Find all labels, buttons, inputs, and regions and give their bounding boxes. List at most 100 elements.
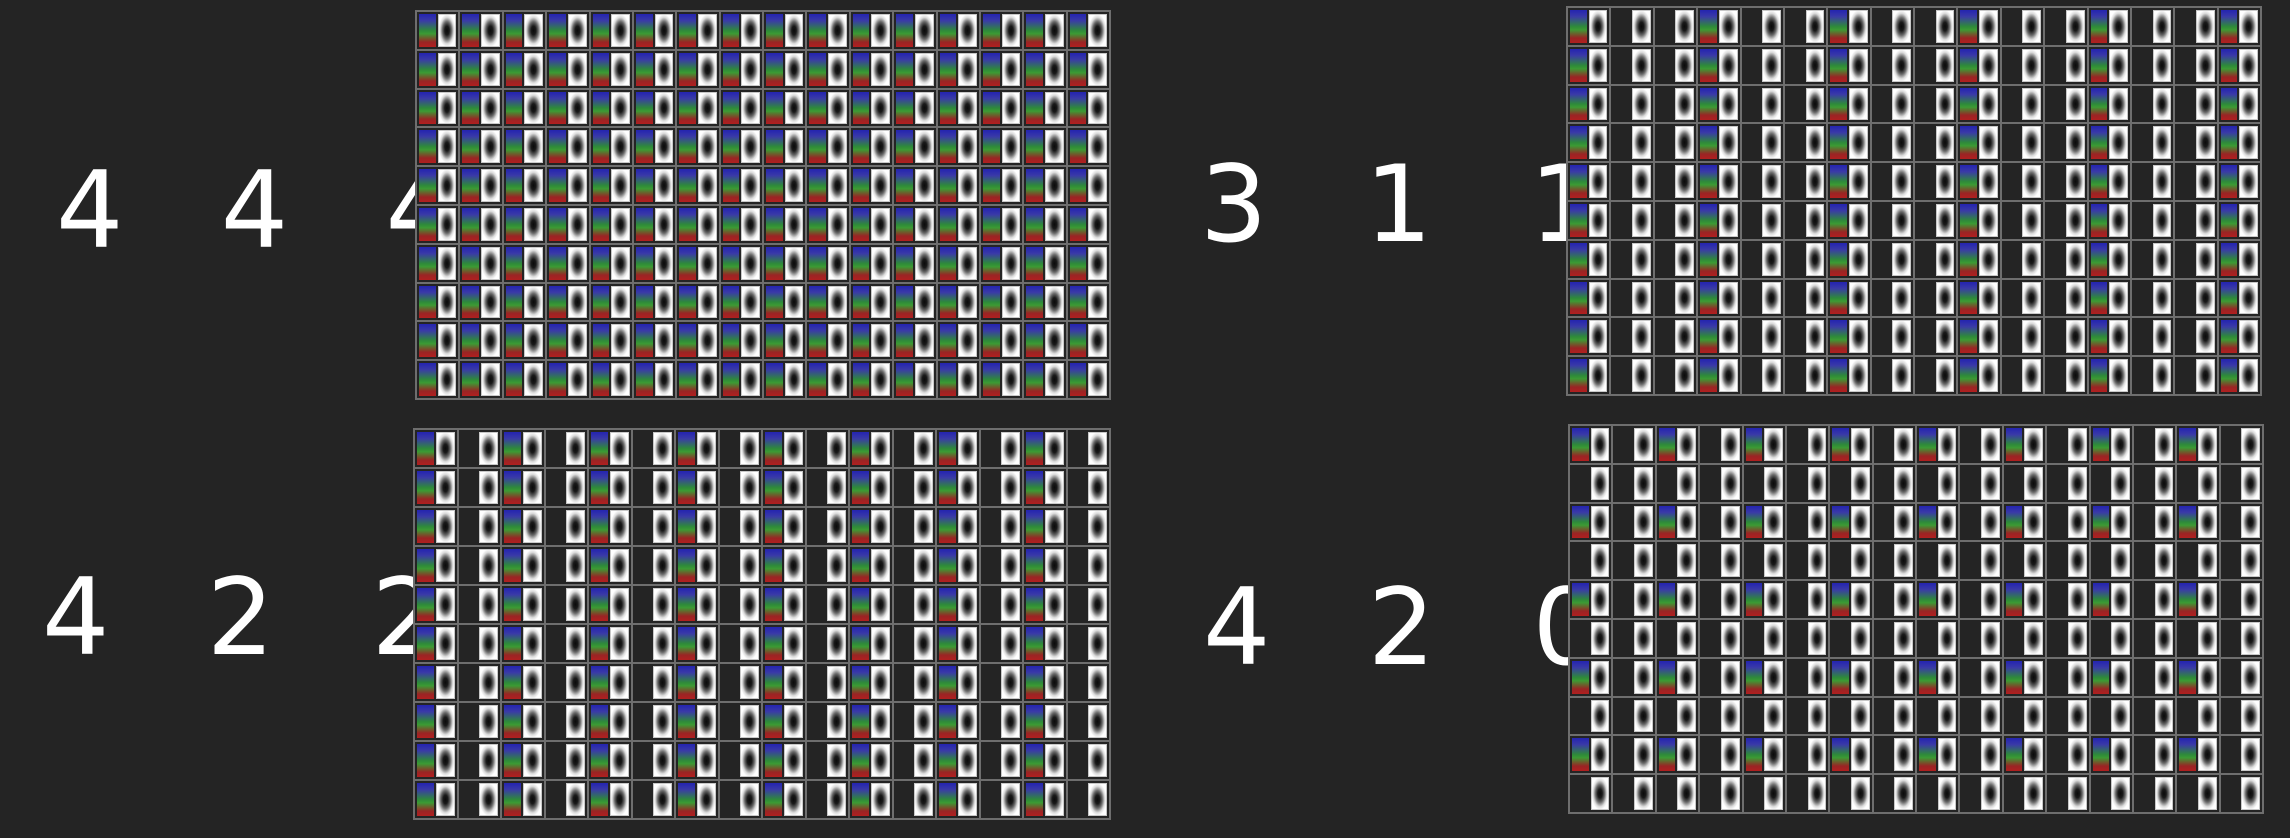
chroma-sample <box>419 52 436 86</box>
chroma-sample <box>1570 203 1587 237</box>
pixel-block <box>2174 162 2218 201</box>
luma-sample <box>1088 666 1107 699</box>
luma-sample <box>435 627 455 660</box>
empty-sample <box>1789 506 1806 539</box>
luma-sample <box>697 91 717 125</box>
panel-422 <box>413 428 1111 820</box>
luma-sample <box>1001 324 1021 358</box>
empty-sample <box>2136 467 2153 500</box>
empty-sample <box>809 549 826 582</box>
luma-sample <box>567 324 587 358</box>
pixel-block <box>1569 541 1613 581</box>
pixel-block <box>806 243 850 283</box>
chroma-sample <box>2005 428 2023 461</box>
pixel-block <box>1699 580 1743 619</box>
luma-sample <box>957 783 977 816</box>
chroma-sample <box>505 246 523 280</box>
pixel-block <box>1697 200 1741 240</box>
chroma-sample <box>852 549 869 582</box>
luma-sample <box>1935 359 1955 392</box>
luma-sample <box>958 246 977 280</box>
luma-sample <box>1088 285 1107 319</box>
pixel-block <box>892 546 936 585</box>
chroma-sample <box>896 285 913 319</box>
empty-sample <box>1070 432 1087 465</box>
luma-sample <box>827 549 846 582</box>
chroma-sample <box>722 363 740 396</box>
luma-sample <box>958 324 977 358</box>
empty-sample <box>635 705 652 738</box>
pixel-block <box>718 507 762 546</box>
luma-sample <box>741 169 760 202</box>
empty-sample <box>809 744 826 777</box>
chroma-sample <box>1745 660 1763 694</box>
luma-sample <box>827 510 846 543</box>
luma-sample <box>958 91 977 125</box>
empty-sample <box>722 432 739 465</box>
luma-sample <box>740 744 759 777</box>
luma-sample <box>1935 320 1955 354</box>
empty-sample <box>1615 583 1632 616</box>
luma-sample <box>435 588 455 621</box>
luma-sample <box>567 91 587 125</box>
pixel-block <box>1699 735 1743 775</box>
luma-sample <box>1044 666 1064 699</box>
chroma-sample <box>766 169 783 202</box>
luma-sample <box>481 52 500 86</box>
empty-sample <box>1919 544 1936 577</box>
pixel-block <box>502 88 547 128</box>
luma-sample <box>2195 281 2215 315</box>
luma-sample <box>958 285 977 319</box>
pixel-block <box>2089 774 2133 813</box>
empty-sample <box>983 588 1000 621</box>
luma-sample <box>566 744 585 777</box>
luma-sample <box>1632 126 1651 160</box>
pixel-block <box>631 546 675 585</box>
label-422: 4 2 2 <box>42 556 471 679</box>
luma-sample <box>1675 281 1695 315</box>
pixel-block <box>2130 123 2175 163</box>
chroma-sample <box>722 169 740 202</box>
pixel-block <box>1957 123 2001 163</box>
pixel-block <box>1740 239 1784 279</box>
pixel-block <box>1066 88 1110 128</box>
chroma-sample <box>1700 87 1717 121</box>
luma-sample <box>957 588 977 621</box>
chroma-sample <box>852 744 869 777</box>
luma-sample <box>957 549 977 582</box>
pixel-block <box>1653 84 1698 124</box>
empty-sample <box>1657 10 1674 43</box>
pixel-block <box>1569 502 1613 542</box>
empty-sample <box>2177 49 2194 82</box>
luma-sample <box>1588 165 1608 198</box>
pixel-block <box>1023 624 1067 663</box>
luma-sample <box>1805 87 1825 121</box>
chroma-sample <box>852 169 870 202</box>
pixel-block <box>763 11 807 50</box>
chroma-sample <box>982 52 1000 86</box>
pixel-block <box>546 49 590 89</box>
luma-sample <box>2109 320 2128 354</box>
pixel-block <box>1783 278 1828 318</box>
pixel-block <box>2046 657 2090 697</box>
pixel-block <box>806 204 850 244</box>
chroma-sample <box>1069 14 1087 47</box>
chroma-sample <box>896 324 913 358</box>
luma-sample <box>1805 10 1825 43</box>
pixel-block <box>719 11 763 50</box>
pixel-block <box>2217 278 2261 318</box>
empty-sample <box>1744 88 1761 121</box>
chroma-sample <box>1572 738 1589 772</box>
pixel-block <box>936 88 980 128</box>
empty-sample <box>1613 282 1630 315</box>
pixel-block <box>1699 774 1743 813</box>
pixel-block <box>502 127 547 167</box>
chroma-sample <box>591 666 608 699</box>
luma-sample <box>2022 87 2042 121</box>
pixel-block <box>2000 239 2045 279</box>
luma-sample <box>1677 428 1697 461</box>
pixel-block <box>806 127 850 167</box>
pixel-block <box>1567 239 1611 279</box>
luma-sample <box>1764 621 1783 655</box>
luma-sample <box>437 130 457 164</box>
